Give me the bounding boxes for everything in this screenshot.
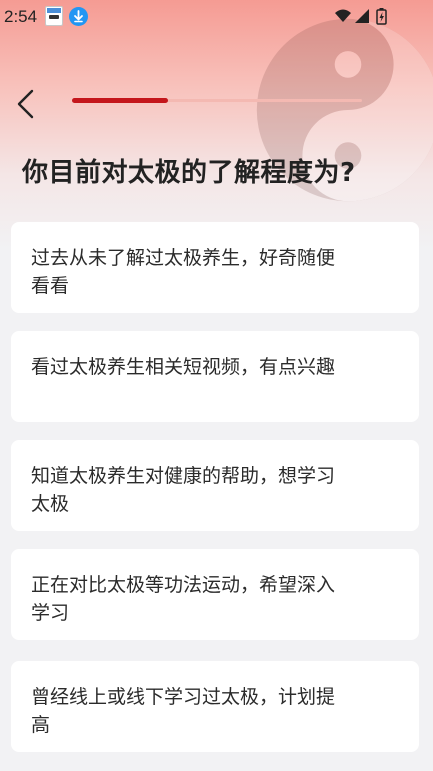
- option-card[interactable]: 看过太极养生相关短视频，有点兴趣: [11, 331, 419, 422]
- status-time: 2:54: [4, 7, 38, 26]
- status-bar: 2:54: [0, 0, 433, 34]
- option-card[interactable]: 过去从未了解过太极养生，好奇随便看看: [11, 222, 419, 313]
- option-label: 正在对比太极等功法运动，希望深入学习: [31, 574, 336, 624]
- option-card[interactable]: 正在对比太极等功法运动，希望深入学习: [11, 549, 419, 640]
- wifi-icon: [335, 9, 351, 22]
- download-notification-icon: [69, 7, 88, 26]
- option-label: 过去从未了解过太极养生，好奇随便看看: [31, 247, 336, 297]
- battery-icon: [376, 8, 387, 25]
- signal-icon: [355, 9, 369, 23]
- chevron-left-icon: [17, 89, 34, 119]
- progress-bar: [72, 98, 362, 103]
- back-button[interactable]: [12, 86, 42, 122]
- option-label: 曾经线上或线下学习过太极，计划提高: [31, 686, 336, 736]
- option-label: 看过太极养生相关短视频，有点兴趣: [31, 356, 336, 378]
- option-card[interactable]: 知道太极养生对健康的帮助，想学习太极: [11, 440, 419, 531]
- system-status-icons: [335, 8, 387, 25]
- progress-fill: [72, 98, 168, 103]
- option-label: 知道太极养生对健康的帮助，想学习太极: [31, 465, 336, 515]
- question-title: 你目前对太极的了解程度为?: [22, 158, 356, 188]
- option-card[interactable]: 曾经线上或线下学习过太极，计划提高: [11, 661, 419, 752]
- app-notification-icon: [45, 6, 63, 26]
